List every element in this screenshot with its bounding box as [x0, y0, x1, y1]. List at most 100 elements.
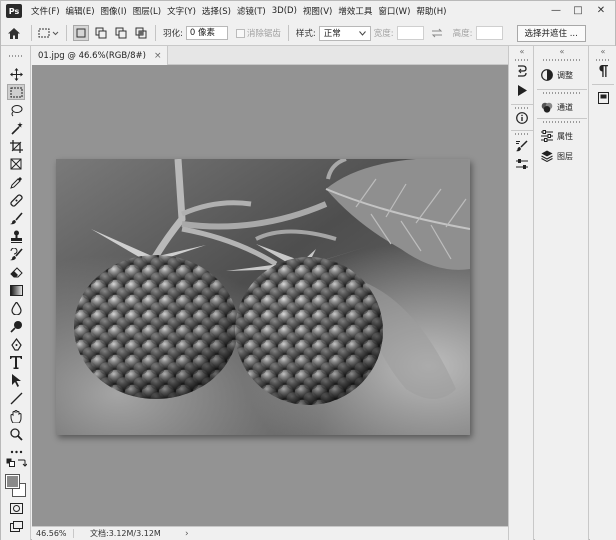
menu-select[interactable]: 选择(S): [199, 5, 234, 17]
tools-panel: [1, 46, 31, 540]
document-image[interactable]: [56, 159, 470, 435]
subtract-selection-icon: [115, 27, 127, 39]
divider: [537, 89, 587, 90]
blur-tool[interactable]: [7, 300, 25, 316]
menu-image[interactable]: 图像(I): [98, 5, 130, 17]
menu-layer[interactable]: 图层(L): [130, 5, 164, 17]
style-label: 样式:: [295, 29, 316, 39]
menu-window[interactable]: 窗口(W): [375, 5, 413, 17]
brush-settings-button[interactable]: [514, 138, 530, 154]
default-colors-button[interactable]: [6, 458, 15, 467]
eraser-tool[interactable]: [7, 264, 25, 280]
menu-3d[interactable]: 3D(D): [269, 6, 300, 16]
channels-panel-tab[interactable]: 通道: [535, 95, 589, 119]
adjustments-panel-tab[interactable]: 调整: [535, 63, 589, 87]
actions-panel-button[interactable]: [514, 82, 530, 98]
pen-tool[interactable]: [7, 336, 25, 352]
collapse-mini-button[interactable]: «: [590, 46, 616, 57]
dodge-tool[interactable]: [7, 318, 25, 334]
history-icon: [518, 65, 527, 77]
brush-tool[interactable]: [7, 210, 25, 226]
zoom-level-field[interactable]: 46.56%: [34, 529, 74, 538]
type-tool[interactable]: [7, 354, 25, 370]
new-selection-button[interactable]: [73, 25, 89, 41]
document-info[interactable]: 文档:3.12M/3.12M: [90, 528, 161, 539]
minimize-button[interactable]: —: [545, 3, 567, 18]
separator: [155, 25, 156, 41]
menu-filter[interactable]: 滤镜(T): [234, 5, 269, 17]
paragraph-panel-button[interactable]: [595, 63, 611, 79]
maximize-button[interactable]: □: [567, 3, 589, 18]
menu-file[interactable]: 文件(F): [28, 5, 63, 17]
line-tool[interactable]: [7, 390, 25, 406]
subtract-selection-button[interactable]: [113, 25, 129, 41]
menu-help[interactable]: 帮助(H): [413, 5, 449, 17]
intersect-selection-icon: [135, 27, 147, 39]
frame-icon: [10, 158, 22, 170]
antialias-checkbox[interactable]: [235, 28, 245, 38]
collapse-dock-button[interactable]: «: [509, 46, 535, 57]
close-tab-icon[interactable]: ×: [154, 51, 162, 61]
info-panel-button[interactable]: [514, 110, 530, 126]
crop-tool[interactable]: [7, 138, 25, 154]
width-input[interactable]: [396, 26, 424, 40]
menu-edit[interactable]: 编辑(E): [63, 5, 98, 17]
raspberries-photo: [56, 159, 470, 435]
add-selection-button[interactable]: [93, 25, 109, 41]
close-window-button[interactable]: ✕: [590, 3, 612, 18]
status-menu-arrow[interactable]: ›: [185, 529, 189, 539]
lasso-icon: [11, 104, 22, 116]
magic-wand-icon: [10, 121, 23, 135]
canvas-area[interactable]: [32, 65, 508, 526]
healing-brush-tool[interactable]: [7, 192, 25, 208]
menu-type[interactable]: 文字(Y): [164, 5, 199, 17]
document-tab[interactable]: 01.jpg @ 46.6%(RGB/8#) ×: [32, 46, 169, 65]
add-selection-icon: [95, 27, 107, 39]
feather-label: 羽化:: [163, 29, 183, 39]
menu-view[interactable]: 视图(V): [300, 5, 335, 17]
layers-label: 图层: [557, 151, 573, 161]
height-input[interactable]: [475, 26, 503, 40]
path-selection-tool[interactable]: [7, 372, 25, 388]
tool-preset-picker[interactable]: [38, 25, 60, 41]
info-icon: [516, 112, 528, 124]
history-brush-tool[interactable]: [7, 246, 25, 262]
object-selection-tool[interactable]: [7, 120, 25, 136]
intersect-selection-button[interactable]: [133, 25, 149, 41]
quick-mask-button[interactable]: [7, 500, 25, 516]
hand-tool[interactable]: [7, 408, 25, 424]
style-value: 正常: [323, 29, 341, 39]
select-and-mask-button[interactable]: 选择并遮住 ...: [516, 24, 586, 42]
quick-mask-icon: [9, 502, 23, 514]
drop-icon: [10, 301, 22, 315]
clone-stamp-tool[interactable]: [7, 228, 25, 244]
swap-colors-button[interactable]: [17, 458, 27, 467]
layers-panel-tab[interactable]: 图层: [535, 144, 589, 168]
lasso-tool[interactable]: [7, 102, 25, 118]
eyedropper-tool[interactable]: [7, 174, 25, 190]
separator: [31, 25, 32, 41]
panel-grip: [515, 133, 529, 135]
document-tabs: 01.jpg @ 46.6%(RGB/8#) ×: [32, 46, 508, 65]
screen-mode-button[interactable]: [7, 518, 25, 534]
stamp-icon: [10, 230, 22, 243]
properties-icon: [541, 130, 553, 142]
history-panel-button[interactable]: [514, 63, 530, 79]
glyphs-panel-button[interactable]: [595, 90, 611, 106]
gradient-tool[interactable]: [7, 282, 25, 298]
collapse-panels-button[interactable]: «: [535, 46, 589, 57]
menu-plugins[interactable]: 增效工具: [335, 5, 375, 17]
mini-panel-column: «: [590, 46, 616, 540]
tool-presets-button[interactable]: [514, 156, 530, 172]
frame-tool[interactable]: [7, 156, 25, 172]
feather-input[interactable]: 0 像素: [185, 26, 228, 40]
foreground-color-swatch[interactable]: [5, 474, 20, 489]
zoom-tool[interactable]: [7, 426, 25, 442]
home-button[interactable]: [1, 22, 27, 44]
rectangular-marquee-tool[interactable]: [7, 84, 25, 100]
channels-icon: [541, 101, 553, 113]
move-tool[interactable]: [7, 66, 25, 82]
history-brush-icon: [9, 247, 23, 260]
style-select[interactable]: 正常: [318, 25, 371, 41]
swap-dimensions-button[interactable]: [429, 25, 445, 41]
